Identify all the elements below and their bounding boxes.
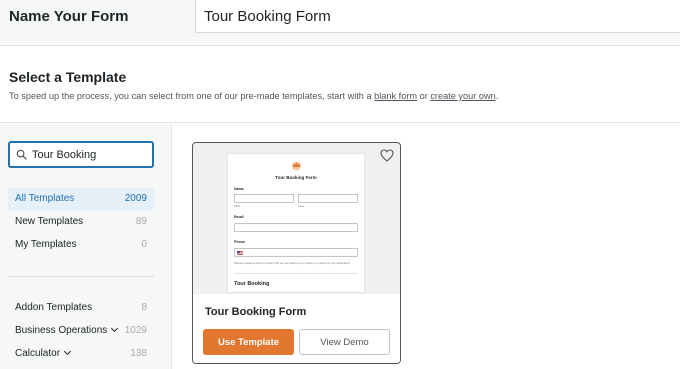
preview-phone-label: Phone [234, 240, 245, 244]
sidebar-item-label: Business Operations [15, 324, 119, 336]
select-template-title: Select a Template [9, 69, 127, 85]
sidebar-item-all-templates[interactable]: All Templates 2009 [8, 188, 154, 210]
sidebar-item-label: My Templates [15, 239, 77, 250]
template-name: Tour Booking Form [205, 306, 307, 318]
description-text: To speed up the process, you can select … [9, 91, 375, 101]
description-period: . [495, 91, 499, 101]
preview-first-sublabel: First [234, 204, 240, 208]
view-demo-button[interactable]: View Demo [299, 329, 390, 355]
sidebar-item-label: Calculator [15, 347, 72, 359]
sidebar-item-label: Addon Templates [15, 302, 93, 313]
template-search[interactable] [8, 141, 154, 168]
preview-last-sublabel: Last [298, 204, 304, 208]
chevron-down-icon[interactable] [111, 324, 119, 333]
description-or-text: or [417, 91, 431, 101]
sidebar-item-label: All Templates [15, 193, 75, 204]
template-preview: Tour Booking Form Name First Last Email … [227, 153, 365, 293]
sidebar-item-count: 2009 [124, 193, 147, 204]
sidebar-item-count: 0 [141, 239, 147, 250]
sidebar-divider [8, 276, 154, 277]
sidebar-item-text: Calculator [15, 348, 61, 359]
blank-form-link[interactable]: blank form [374, 91, 417, 101]
select-template-description: To speed up the process, you can select … [9, 91, 498, 101]
use-template-button[interactable]: Use Template [203, 329, 294, 355]
preview-phone-note: Please provide a phone number that we ca… [234, 261, 351, 265]
select-template-header: Select a Template To speed up the proces… [0, 46, 680, 123]
sidebar-item-count: 138 [130, 348, 147, 359]
sidebar-item-new-templates[interactable]: New Templates 89 [8, 211, 154, 233]
sidebar-item-addon-templates[interactable]: Addon Templates 8 [8, 297, 154, 319]
heart-icon[interactable] [380, 149, 394, 162]
sidebar-item-count: 8 [141, 302, 147, 313]
preview-phone-field [234, 248, 358, 257]
sidebar-item-business-operations[interactable]: Business Operations 1029 [8, 320, 154, 342]
sidebar-item-count: 89 [135, 216, 147, 227]
template-card[interactable]: Tour Booking Form Name First Last Email … [192, 142, 401, 364]
template-card-footer: Tour Booking Form Use Template View Demo [193, 294, 400, 363]
template-grid: Tour Booking Form Name First Last Email … [173, 124, 680, 369]
chevron-down-icon[interactable] [63, 347, 72, 356]
preview-divider [234, 273, 358, 274]
form-name-input[interactable] [195, 0, 680, 33]
form-name-label: Name Your Form [9, 8, 129, 25]
sidebar-item-count: 1029 [124, 325, 147, 336]
search-icon [16, 149, 27, 160]
preview-last-name-field [298, 194, 358, 203]
form-name-row: Name Your Form [0, 0, 680, 46]
crown-logo-icon [292, 161, 301, 171]
preview-first-name-field [234, 194, 294, 203]
sidebar-item-text: Business Operations [15, 325, 108, 336]
preview-name-label: Name [234, 187, 244, 191]
preview-section-heading: Tour Booking [234, 281, 270, 287]
template-search-input[interactable] [32, 145, 150, 164]
sidebar-item-calculator[interactable]: Calculator 138 [8, 343, 154, 365]
preview-email-field [234, 223, 358, 232]
preview-form-title: Tour Booking Form [275, 175, 317, 180]
preview-email-label: Email [234, 215, 244, 219]
sidebar-item-my-templates[interactable]: My Templates 0 [8, 234, 154, 256]
template-sidebar: All Templates 2009 New Templates 89 My T… [0, 124, 172, 369]
flag-icon [237, 251, 243, 255]
create-your-own-link[interactable]: create your own [430, 91, 495, 101]
sidebar-item-label: New Templates [15, 216, 84, 227]
